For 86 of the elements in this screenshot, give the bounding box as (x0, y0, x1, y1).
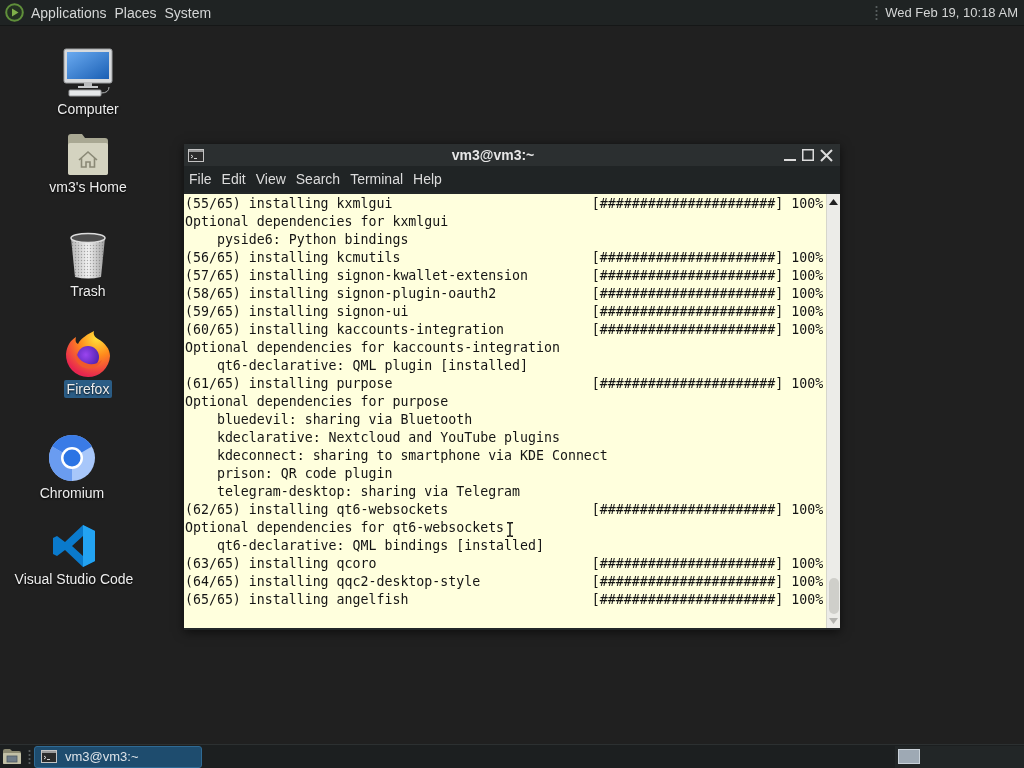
flame-globe-icon[interactable] (64, 330, 112, 378)
grip-handle-icon[interactable] (28, 748, 31, 765)
terminal-line: (58/65) installing signon-plugin-oauth2 (185, 285, 497, 303)
progress-bar-text: [######################] (591, 267, 784, 285)
terminal-line: (63/65) installing qcoro (185, 555, 377, 573)
menu-item[interactable]: Edit (216, 168, 251, 190)
terminal-line: (56/65) installing kcmutils (185, 249, 401, 267)
percent-text: 100% (791, 501, 824, 519)
terminal-line: qt6-declarative: QML bindings [installed] (216, 537, 544, 555)
desktop-icon-label[interactable]: Visual Studio Code (11, 570, 137, 588)
progress-bar-text: [######################] (591, 321, 784, 339)
menu-item[interactable]: File (184, 168, 217, 190)
percent-text: 100% (791, 285, 824, 303)
percent-text: 100% (791, 591, 824, 609)
menu-item[interactable]: View (250, 168, 291, 190)
folder-icon[interactable] (2, 748, 22, 765)
scrollbar-thumb[interactable] (828, 578, 839, 614)
progress-bar-text: [######################] (591, 591, 784, 609)
desktop-icon-label[interactable]: Firefox (63, 380, 113, 398)
percent-text: 100% (791, 267, 824, 285)
monitor-icon[interactable] (63, 48, 113, 98)
clock[interactable]: Wed Feb 19, 10:18 AM (885, 5, 1018, 20)
minimize-icon (784, 159, 796, 161)
percent-text: 100% (791, 375, 824, 393)
close-button[interactable] (818, 147, 834, 163)
terminal-line: qt6-declarative: QML plugin [installed] (216, 357, 529, 375)
panel-menu[interactable]: System (160, 1, 216, 24)
terminal-icon (41, 750, 57, 763)
terminal-line: prison: QR code plugin (216, 465, 393, 483)
scrollbar[interactable] (826, 194, 840, 628)
play-circle-icon[interactable] (5, 3, 24, 22)
terminal-line: kdeclarative: Nextcloud and YouTube plugins (216, 429, 560, 447)
terminal-line: Optional dependencies for purpose (185, 393, 449, 411)
percent-text: 100% (791, 195, 824, 213)
window-title: vm3@vm3:~ (451, 147, 535, 163)
close-icon (819, 148, 833, 162)
terminal-line: kdeconnect: sharing to smartphone via KDE Connect (216, 447, 608, 465)
terminal-line: bluedevil: sharing via Bluetooth (216, 411, 473, 429)
progress-bar-text: [######################] (591, 501, 784, 519)
maximize-button[interactable] (800, 147, 816, 163)
terminal-line: (61/65) installing purpose (185, 375, 393, 393)
window-thumbnail (898, 749, 920, 764)
terminal-line: pyside6: Python bindings (216, 231, 409, 249)
terminal-line: telegram-desktop: sharing via Telegram (216, 483, 521, 501)
progress-bar-text: [######################] (591, 555, 784, 573)
progress-bar-text: [######################] (591, 195, 784, 213)
scroll-up-arrow-icon[interactable] (829, 199, 838, 205)
trash-can-icon[interactable] (68, 232, 108, 280)
terminal-line: Optional dependencies for kaccounts-integration (185, 339, 560, 357)
menu-item[interactable]: Terminal (345, 168, 409, 190)
terminal-line: (65/65) installing angelfish (185, 591, 409, 609)
terminal-line: Optional dependencies for kxmlgui (185, 213, 449, 231)
desktop-icon-label[interactable]: Chromium (36, 484, 108, 502)
percent-text: 100% (791, 303, 824, 321)
menu-item[interactable]: Search (290, 168, 346, 190)
ribbon-icon[interactable] (52, 524, 96, 568)
percent-text: 100% (791, 555, 824, 573)
panel-menu[interactable]: Applications (27, 1, 111, 24)
progress-bar-text: [######################] (591, 375, 784, 393)
panel-menu[interactable]: Places (110, 1, 161, 24)
percent-text: 100% (791, 321, 824, 339)
desktop-icon-label[interactable]: Trash (67, 282, 109, 300)
terminal-line: (62/65) installing qt6-websockets (185, 501, 449, 519)
terminal-line: (55/65) installing kxmlgui (185, 195, 393, 213)
workspace-switcher[interactable] (895, 745, 1024, 768)
progress-bar-text: [######################] (591, 573, 784, 591)
desktop-icon-label[interactable]: vm3's Home (46, 178, 130, 196)
progress-bar-text: [######################] (591, 249, 784, 267)
progress-bar-text: [######################] (591, 285, 784, 303)
terminal-line: (64/65) installing qqc2-desktop-style (185, 573, 481, 591)
terminal-line: Optional dependencies for qt6-websockets (185, 519, 505, 537)
home-folder-icon[interactable] (66, 132, 110, 176)
menu-item[interactable]: Help (408, 168, 447, 190)
taskbar-window-button[interactable]: vm3@vm3:~ (34, 745, 202, 768)
maximize-icon (802, 149, 814, 161)
terminal-line: (60/65) installing kaccounts-integration (185, 321, 505, 339)
progress-bar-text: [######################] (591, 303, 784, 321)
grip-handle-icon[interactable] (875, 4, 879, 21)
percent-text: 100% (791, 573, 824, 591)
desktop-icon-label[interactable]: Computer (54, 100, 122, 118)
percent-text: 100% (791, 249, 824, 267)
terminal-icon (188, 148, 204, 162)
terminal-line: (57/65) installing signon-kwallet-extension (185, 267, 529, 285)
text-cursor-icon (506, 522, 514, 537)
ring-circle-icon[interactable] (48, 434, 96, 482)
terminal-line: (59/65) installing signon-ui (185, 303, 409, 321)
